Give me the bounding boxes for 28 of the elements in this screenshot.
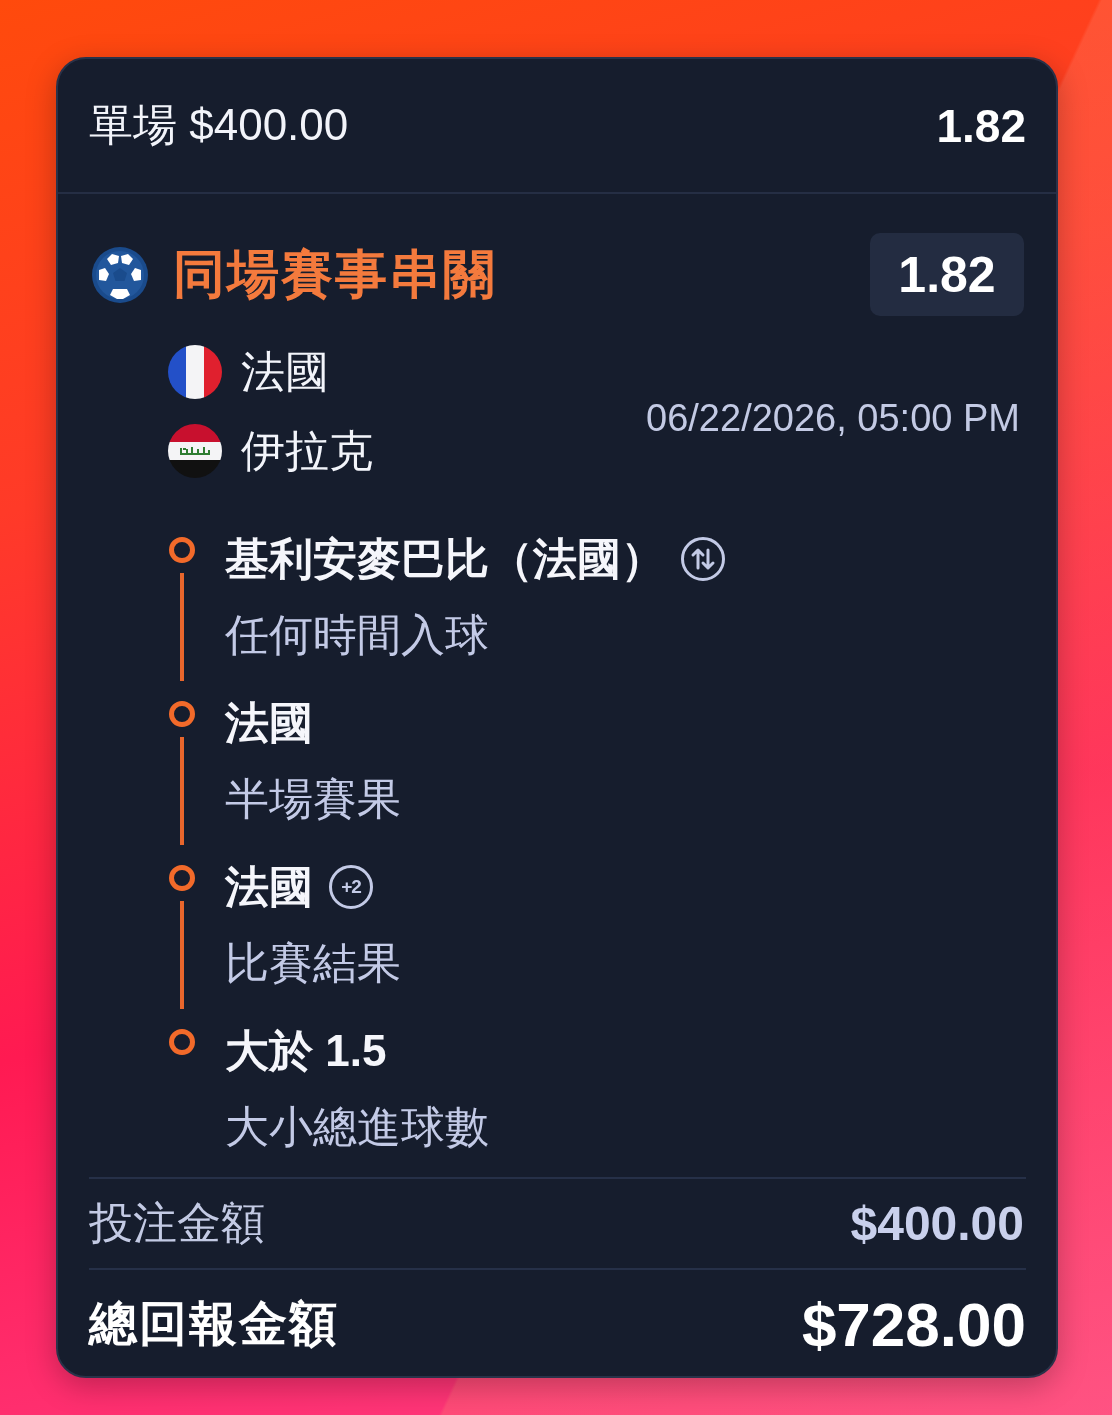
leg-selection: 法國 [225,861,313,913]
leg-market: 大小總進球數 [225,1101,489,1153]
timeline-dot-icon [169,865,195,891]
stake-amount: $400.00 [850,1196,1024,1251]
total-odds: 1.82 [936,98,1026,153]
bet-summary-title: 單場 $400.00 [89,99,349,151]
leg-selection: 基利安麥巴比（法國） [225,533,665,585]
count-badge: +2 [329,865,373,909]
swap-icon[interactable] [681,537,725,581]
leg-market: 任何時間入球 [225,609,489,661]
leg-market: 半場賽果 [225,773,401,825]
timeline-dot-icon [169,537,195,563]
team-name: 伊拉克 [241,424,373,477]
soccer-ball-icon [91,245,149,304]
odds-badge: 1.82 [870,233,1024,316]
leg-selection: 大於 1.5 [225,1025,387,1077]
timeline-dot-icon [169,701,195,727]
leg-market: 比賽結果 [225,937,401,989]
france-flag-icon [168,345,222,399]
timeline-dot-icon [169,1029,195,1055]
team-name: 法國 [241,345,329,398]
iraq-flag-icon [168,424,222,478]
leg-selection: 法國 [225,697,313,749]
kickoff-time: 06/22/2026, 05:00 PM [646,397,1020,440]
total-return-label: 總回報金額 [89,1296,339,1352]
bet-type-title: 同場賽事串關 [173,243,497,305]
stake-label: 投注金額 [89,1197,265,1249]
total-return-amount: $728.00 [801,1288,1026,1360]
